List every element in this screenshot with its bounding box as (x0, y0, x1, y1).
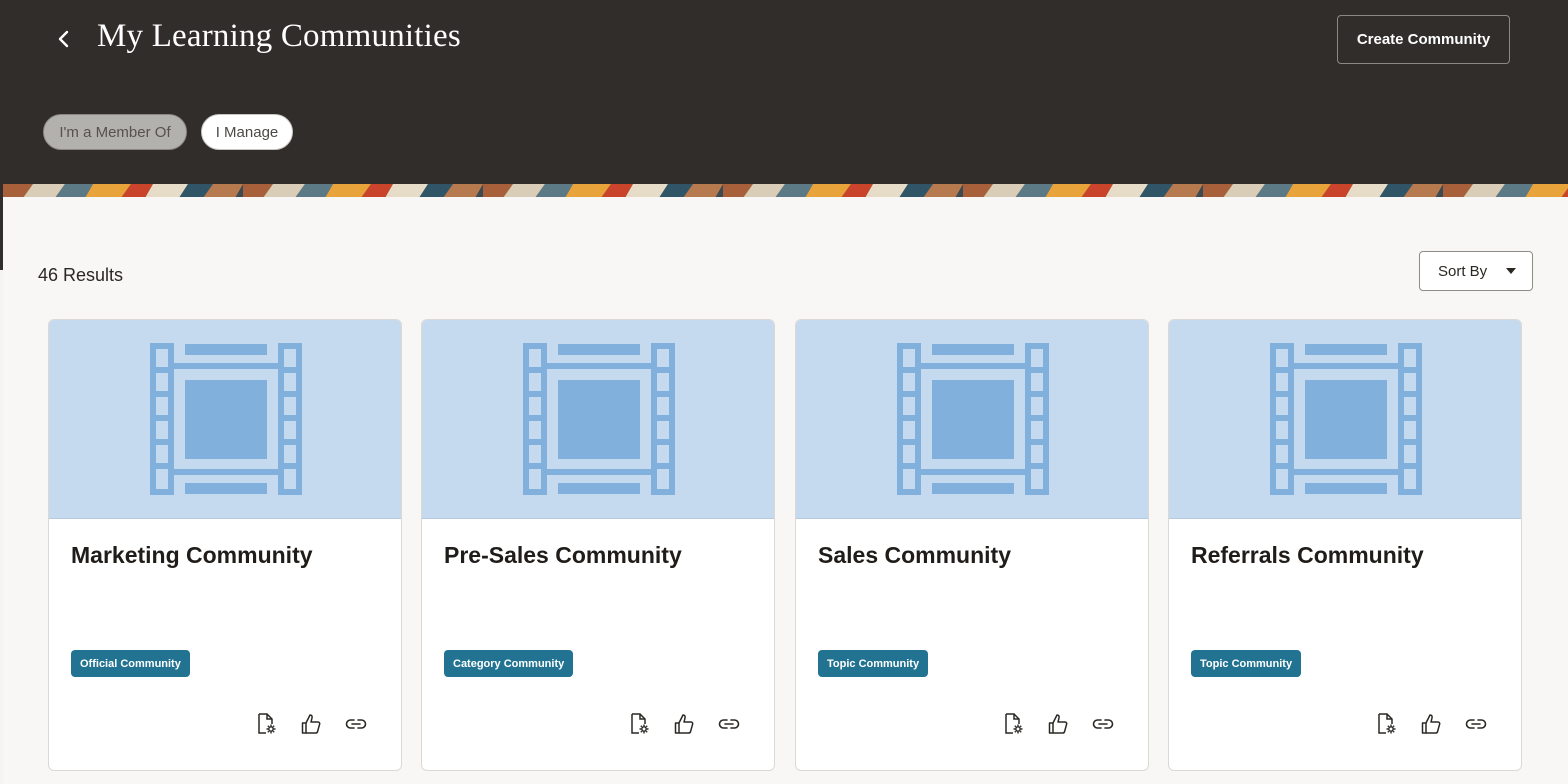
document-settings-icon[interactable] (1000, 710, 1028, 738)
card-thumbnail (49, 320, 401, 519)
page-title: My Learning Communities (97, 18, 461, 54)
thumbs-up-icon[interactable] (1417, 710, 1445, 738)
create-community-button[interactable]: Create Community (1337, 15, 1510, 64)
film-strip-icon (523, 343, 675, 495)
card-title: Marketing Community (71, 542, 313, 568)
community-card[interactable]: Referrals Community Topic Community (1168, 319, 1522, 771)
community-card[interactable]: Marketing Community Official Community (48, 319, 402, 771)
card-title: Sales Community (818, 542, 1011, 568)
community-type-badge: Topic Community (1191, 650, 1302, 677)
link-icon[interactable] (715, 710, 743, 738)
filter-chip-i-manage[interactable]: I Manage (201, 114, 293, 150)
results-count: 46 Results (38, 265, 124, 285)
film-strip-icon (1270, 343, 1422, 495)
community-card[interactable]: Sales Community Topic Community (795, 319, 1149, 771)
community-type-badge: Category Community (444, 650, 574, 677)
card-actions (253, 710, 383, 738)
document-settings-icon[interactable] (1373, 710, 1401, 738)
link-icon[interactable] (1089, 710, 1117, 738)
caret-down-icon (1506, 268, 1516, 274)
card-actions (1373, 710, 1503, 738)
card-title: Referrals Community (1191, 542, 1424, 568)
link-icon[interactable] (342, 710, 370, 738)
card-thumbnail (422, 320, 774, 519)
sort-by-dropdown[interactable]: Sort By (1419, 251, 1533, 291)
card-actions (1000, 710, 1130, 738)
chevron-left-icon (58, 30, 69, 48)
filter-chip-member-of[interactable]: I'm a Member Of (43, 114, 187, 150)
thumbs-up-icon[interactable] (297, 710, 325, 738)
community-type-badge: Topic Community (818, 650, 929, 677)
card-title: Pre-Sales Community (444, 542, 682, 568)
card-thumbnail (1169, 320, 1521, 519)
community-type-badge: Official Community (71, 650, 190, 677)
thumbs-up-icon[interactable] (1044, 710, 1072, 738)
thumbs-up-icon[interactable] (670, 710, 698, 738)
decorative-banner (3, 184, 1568, 198)
community-card[interactable]: Pre-Sales Community Category Community (421, 319, 775, 771)
film-strip-icon (150, 343, 302, 495)
card-actions (626, 710, 756, 738)
document-settings-icon[interactable] (626, 710, 654, 738)
film-strip-icon (897, 343, 1049, 495)
link-icon[interactable] (1462, 710, 1490, 738)
sort-by-label: Sort By (1438, 262, 1488, 280)
card-thumbnail (796, 320, 1148, 519)
document-settings-icon[interactable] (253, 710, 281, 738)
back-button[interactable] (48, 22, 80, 56)
